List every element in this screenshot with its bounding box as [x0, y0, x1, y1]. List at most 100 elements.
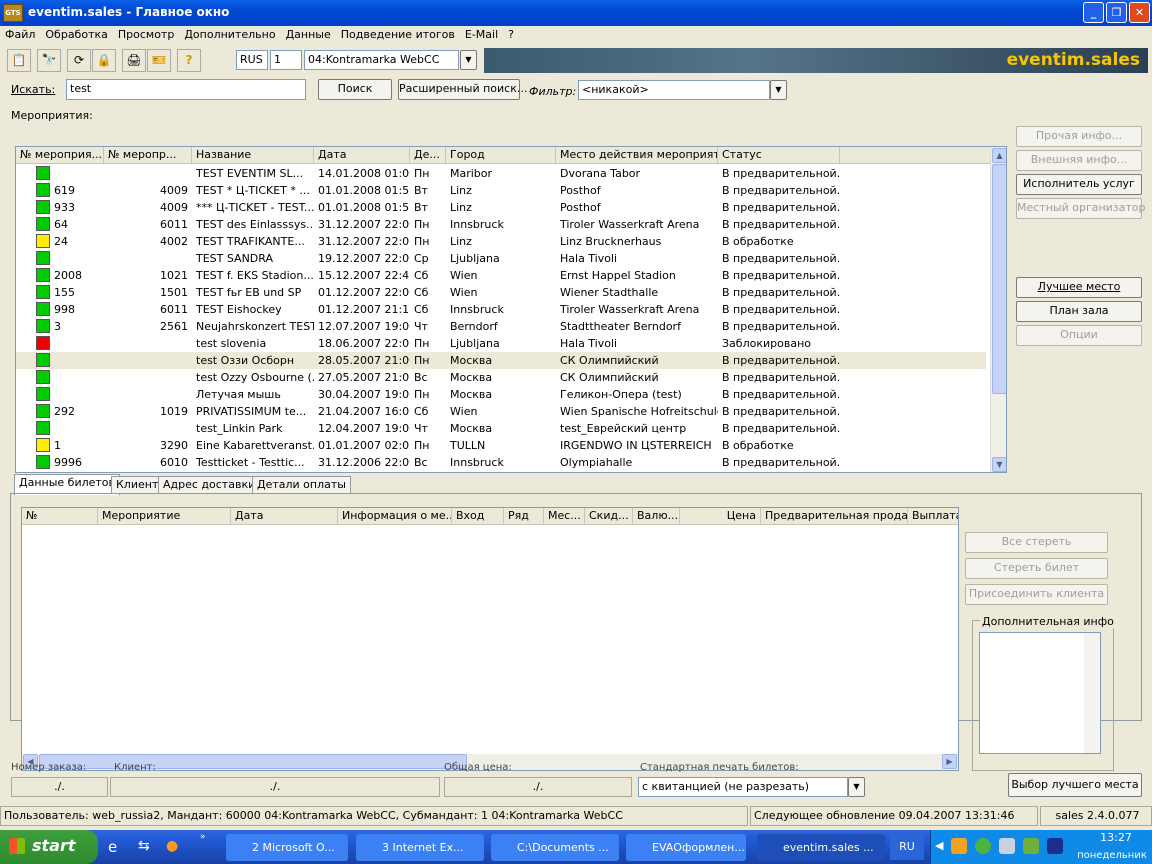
table-row[interactable]: 3 2561 Neujahrskonzert TEST 12.07.2007 19:0… [16, 318, 986, 335]
tab-ticket-data[interactable]: Данные билетов [14, 474, 121, 495]
table-row[interactable]: 24 4002 TEST TRAFIKANTE... 31.12.2007 22:00… [16, 233, 986, 250]
table-row[interactable]: 155 1501 TEST fьr EB und SP 01.12.2007 22:0… [16, 284, 986, 301]
extra-info-textarea[interactable] [979, 632, 1101, 754]
scroll-right-icon[interactable]: ▶ [942, 754, 957, 769]
table-row[interactable]: TEST EVENTIM SL... 14.01.2008 01:00 Пн Mari… [16, 165, 986, 182]
mandant-select[interactable]: 04:Kontramarka WebCC [304, 50, 459, 70]
menu-email[interactable]: E-Mail [460, 26, 503, 44]
table-row[interactable]: 933 4009 *** Ц-TICKET - TEST... 01.01.2008 … [16, 199, 986, 216]
minimize-button[interactable]: _ [1083, 2, 1104, 23]
col-status[interactable]: Статус [718, 147, 840, 164]
tcol-seat[interactable]: Мес... [544, 508, 585, 525]
menu-extra[interactable]: Дополнительно [179, 26, 280, 44]
menu-process[interactable]: Обработка [40, 26, 112, 44]
delete-ticket-button[interactable]: Стереть билет [965, 558, 1108, 579]
local-organizer-button[interactable]: Местный организатор [1016, 198, 1146, 219]
table-row[interactable]: Летучая мышь 30.04.2007 19:00 Пн Москва Гели… [16, 386, 986, 403]
tcol-row[interactable]: Ряд [504, 508, 544, 525]
start-button[interactable]: start [0, 830, 98, 864]
language-indicator[interactable]: RU [890, 834, 924, 860]
col-venue[interactable]: Место действия мероприят... [556, 147, 718, 164]
filter-select[interactable]: <никакой> [578, 80, 770, 100]
tcol-discount[interactable]: Скид... [585, 508, 633, 525]
mandant-dropdown-icon[interactable]: ▼ [460, 50, 477, 70]
col-name[interactable]: Название [192, 147, 314, 164]
menu-help[interactable]: ? [503, 26, 519, 44]
table-row[interactable]: test Оззи Осборн 28.05.2007 21:00 Пн Москва… [16, 352, 986, 369]
network-quicklaunch-icon[interactable]: ⇆ [138, 838, 158, 856]
tab-payment-details[interactable]: Детали оплаты [252, 476, 351, 494]
tcol-entry[interactable]: Вход [452, 508, 504, 525]
printer-icon[interactable]: 🖨 [122, 49, 146, 72]
menu-file[interactable]: Файл [0, 26, 40, 44]
binoculars-icon[interactable]: 🔭 [37, 49, 61, 72]
scroll-down-icon[interactable]: ▼ [992, 457, 1006, 472]
scroll-up-icon[interactable]: ▲ [992, 148, 1006, 163]
best-seat-button[interactable]: Выбор лучшего места [1008, 773, 1142, 797]
tab-delivery-address[interactable]: Адрес доставки [158, 476, 261, 494]
tcol-payout[interactable]: Выплата [908, 508, 958, 525]
refresh-icon[interactable]: ⟳ [67, 49, 91, 72]
language-field[interactable]: RUS [236, 50, 268, 70]
help-icon[interactable]: ? [177, 49, 201, 72]
tcol-date[interactable]: Дата [231, 508, 338, 525]
table-row[interactable]: 1 3290 Eine Kabarettveranst... 01.01.2007 0… [16, 437, 986, 454]
hall-plan-button[interactable]: План зала [1016, 301, 1142, 322]
table-row[interactable]: 619 4009 TEST * Ц-TICKET * ... 01.01.2008 0… [16, 182, 986, 199]
task-internet-explorer[interactable]: 3 Internet Ex... [356, 834, 484, 861]
search-input[interactable]: test [66, 79, 306, 100]
search-button[interactable]: Поиск [318, 79, 392, 100]
table-row[interactable]: TEST SANDRA 19.12.2007 22:00 Ср Ljubljana Ha… [16, 250, 986, 267]
col-date[interactable]: Дата [314, 147, 410, 164]
col-event-num[interactable]: № меропр... [104, 147, 192, 164]
tray-monitor-icon[interactable] [1047, 838, 1063, 854]
tcol-info[interactable]: Информация о ме... [338, 508, 452, 525]
extra-info-scrollbar[interactable] [1084, 633, 1100, 753]
print-mode-select[interactable]: с квитанцией (не разрезать) [638, 777, 848, 797]
task-eventim-sales[interactable]: eventim.sales ... [757, 834, 885, 861]
print-mode-dropdown-icon[interactable]: ▼ [848, 777, 865, 797]
events-scrollbar[interactable]: ▲ ▼ [990, 147, 1006, 472]
attach-client-button[interactable]: Присоединить клиента [965, 584, 1108, 605]
task-word-document[interactable]: EVAОформлен... [626, 834, 746, 861]
col-city[interactable]: Город [446, 147, 556, 164]
menu-totals[interactable]: Подведение итогов [336, 26, 460, 44]
tickets-table[interactable]: № Мероприятие Дата Информация о ме... Вх… [21, 507, 959, 771]
task-microsoft-office[interactable]: 2 Microsoft O... [226, 834, 348, 861]
counter-field[interactable]: 1 [270, 50, 302, 70]
tcol-currency[interactable]: Валю... [633, 508, 680, 525]
tray-clock-app-icon[interactable] [951, 838, 967, 854]
other-info-button[interactable]: Прочая инфо... [1016, 126, 1142, 147]
close-button[interactable]: ✕ [1129, 2, 1150, 23]
tray-messenger-icon[interactable] [975, 838, 991, 854]
task-documents-folder[interactable]: C:\Documents ... [491, 834, 619, 861]
table-row[interactable]: 292 1019 PRIVATISSIMUM te... 21.04.2007 16:… [16, 403, 986, 420]
tray-user-icon[interactable] [999, 838, 1015, 854]
firefox-quicklaunch-icon[interactable]: ● [166, 838, 186, 856]
performer-button[interactable]: Исполнитель услуг [1016, 174, 1142, 195]
external-info-button[interactable]: Внешняя инфо... [1016, 150, 1142, 171]
ie-quicklaunch-icon[interactable]: e [108, 838, 128, 856]
tray-network-icon[interactable] [1023, 838, 1039, 854]
tray-expand-icon[interactable]: ◀ [935, 839, 943, 852]
restore-button[interactable]: ❐ [1106, 2, 1127, 23]
filter-dropdown-icon[interactable]: ▼ [770, 80, 787, 100]
table-row[interactable]: 998 6011 TEST Eishockey 01.12.2007 21:15 Сб I… [16, 301, 986, 318]
table-row[interactable]: test slovenia 18.06.2007 22:00 Пн Ljubljana… [16, 335, 986, 352]
ticket-icon[interactable]: 🎫 [147, 49, 171, 72]
best-place-button[interactable]: Лучшее место [1016, 277, 1142, 298]
delete-all-button[interactable]: Все стереть [965, 532, 1108, 553]
events-table[interactable]: № мероприя... № меропр... Название Дата … [15, 146, 1007, 473]
quicklaunch-chevron-icon[interactable]: » [200, 832, 206, 842]
tcol-num[interactable]: № [22, 508, 98, 525]
menu-view[interactable]: Просмотр [113, 26, 179, 44]
scroll-thumb[interactable] [992, 164, 1006, 394]
tcol-price[interactable]: Цена [680, 508, 761, 525]
notepad-icon[interactable]: 📋 [7, 49, 31, 72]
col-event-id[interactable]: № мероприя... [16, 147, 104, 164]
hscroll-thumb[interactable] [39, 754, 467, 769]
table-row[interactable]: test_Linkin Park 12.04.2007 19:00 Чт Москва… [16, 420, 986, 437]
table-row[interactable]: test Ozzy Osbourne (... 27.05.2007 21:00 В… [16, 369, 986, 386]
menu-data[interactable]: Данные [281, 26, 336, 44]
col-day[interactable]: Де... [410, 147, 446, 164]
